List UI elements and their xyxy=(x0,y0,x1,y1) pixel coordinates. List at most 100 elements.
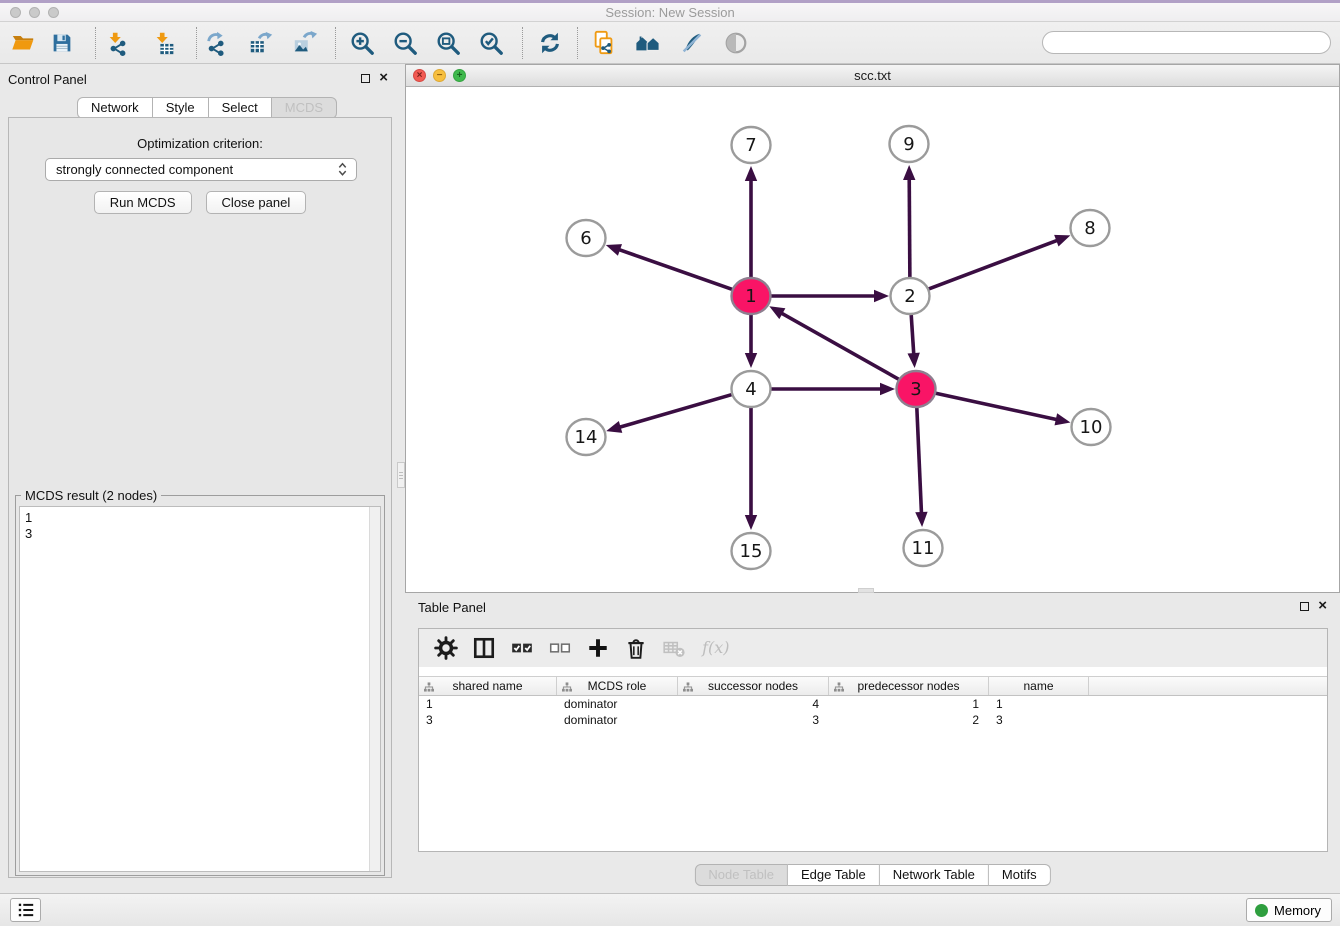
zoom-out-icon[interactable] xyxy=(391,28,419,58)
graph-node-label: 6 xyxy=(580,228,591,249)
home-icon[interactable] xyxy=(634,28,662,58)
import-network-icon[interactable] xyxy=(104,28,132,58)
graph-edge-4-14[interactable] xyxy=(606,394,733,433)
table-row[interactable]: 1dominator411 xyxy=(419,696,1327,712)
table-panel-title: Table Panel xyxy=(418,600,486,615)
tab-mcds[interactable]: MCDS xyxy=(272,97,337,119)
graph-node-3[interactable]: 3 xyxy=(897,371,936,407)
window-title: Session: New Session xyxy=(0,5,1340,20)
window-titlebar: Session: New Session xyxy=(0,3,1340,22)
tab-node-table[interactable]: Node Table xyxy=(694,864,788,886)
graph-node-label: 1 xyxy=(745,286,756,307)
graph-node-7[interactable]: 7 xyxy=(732,127,771,163)
graph-edge-3-11[interactable] xyxy=(915,408,927,527)
graph-node-6[interactable]: 6 xyxy=(567,220,606,256)
graph-node-11[interactable]: 11 xyxy=(904,530,943,566)
settings-gear-icon[interactable] xyxy=(434,637,458,659)
graph-node-9[interactable]: 9 xyxy=(890,126,929,162)
add-icon[interactable] xyxy=(586,637,610,659)
tab-motifs[interactable]: Motifs xyxy=(989,864,1051,886)
tab-style[interactable]: Style xyxy=(153,97,209,119)
float-panel-icon[interactable] xyxy=(1300,602,1309,611)
svg-text:f(x): f(x) xyxy=(701,638,729,657)
graph-edge-3-10[interactable] xyxy=(935,393,1071,425)
graph-edge-1-4[interactable] xyxy=(745,315,757,368)
close-panel-button[interactable]: Close panel xyxy=(206,191,307,214)
network-window-titlebar[interactable]: × − + scc.txt xyxy=(406,65,1339,87)
vertical-splitter-handle[interactable] xyxy=(397,462,405,488)
style-toggle-icon[interactable] xyxy=(678,28,706,58)
table-cell: 3 xyxy=(678,712,829,728)
graph-node-2[interactable]: 2 xyxy=(891,278,930,314)
graph-node-4[interactable]: 4 xyxy=(732,371,771,407)
task-history-button[interactable] xyxy=(10,898,41,922)
tab-select[interactable]: Select xyxy=(209,97,272,119)
graph-node-8[interactable]: 8 xyxy=(1071,210,1110,246)
tree-icon xyxy=(562,681,572,691)
network-close-button[interactable]: × xyxy=(413,69,426,82)
tree-icon xyxy=(683,681,693,691)
memory-button[interactable]: Memory xyxy=(1246,898,1332,922)
graph-edge-1-2[interactable] xyxy=(770,290,889,302)
graph-edge-2-3[interactable] xyxy=(907,315,919,368)
duplicate-network-icon[interactable] xyxy=(590,28,618,58)
graph-node-15[interactable]: 15 xyxy=(732,533,771,569)
table-cell: 3 xyxy=(419,712,557,728)
mcds-panel: Optimization criterion: strongly connect… xyxy=(8,117,392,878)
table-row[interactable]: 3dominator323 xyxy=(419,712,1327,728)
column-header-shared-name[interactable]: shared name xyxy=(419,677,557,695)
criterion-dropdown[interactable]: strongly connected component xyxy=(45,158,357,181)
float-panel-icon[interactable] xyxy=(361,74,370,83)
open-folder-icon[interactable] xyxy=(9,28,37,58)
graph-node-label: 4 xyxy=(745,379,756,400)
visibility-icon[interactable] xyxy=(722,28,750,58)
graph-edge-4-15[interactable] xyxy=(745,408,757,530)
close-panel-icon[interactable]: × xyxy=(1318,601,1327,611)
function-builder-icon[interactable]: f(x) xyxy=(700,637,732,659)
network-canvas[interactable]: 1 2 3 4 6 7 8 9 10 11 14 15 xyxy=(406,87,1339,591)
control-panel: Control Panel × NetworkStyleSelectMCDS O… xyxy=(0,64,400,893)
tab-network[interactable]: Network xyxy=(77,97,153,119)
graph-edge-3-1[interactable] xyxy=(769,306,899,379)
refresh-icon[interactable] xyxy=(536,28,564,58)
graph-edge-1-7[interactable] xyxy=(745,166,757,277)
save-icon[interactable] xyxy=(48,28,76,58)
export-table-icon[interactable] xyxy=(247,28,275,58)
trash-icon[interactable] xyxy=(624,637,648,659)
zoom-fit-icon[interactable] xyxy=(434,28,462,58)
export-image-icon[interactable] xyxy=(291,28,319,58)
result-scrollbar[interactable] xyxy=(369,507,380,871)
graph-edge-1-6[interactable] xyxy=(606,244,733,290)
select-all-icon[interactable] xyxy=(510,637,534,659)
mcds-result-list[interactable]: 13 xyxy=(19,506,381,872)
network-maximize-button[interactable]: + xyxy=(453,69,466,82)
column-layout-icon[interactable] xyxy=(472,637,496,659)
graph-edge-2-8[interactable] xyxy=(928,235,1071,289)
graph-node-1[interactable]: 1 xyxy=(732,278,771,314)
column-header-predecessor-nodes[interactable]: predecessor nodes xyxy=(829,677,989,695)
search-input[interactable] xyxy=(1042,31,1331,54)
table-panel: Table Panel × f(x) shared name MCDS roles… xyxy=(405,593,1340,893)
table-cell: dominator xyxy=(557,696,678,712)
export-network-icon[interactable] xyxy=(204,28,232,58)
column-header-MCDS-role[interactable]: MCDS role xyxy=(557,677,678,695)
column-header-label: shared name xyxy=(452,679,522,693)
import-table-icon[interactable] xyxy=(151,28,179,58)
deselect-all-icon[interactable] xyxy=(548,637,572,659)
zoom-selected-icon[interactable] xyxy=(477,28,505,58)
column-header-name[interactable]: name xyxy=(989,677,1089,695)
graph-edge-2-9[interactable] xyxy=(903,165,915,277)
graph-node-14[interactable]: 14 xyxy=(567,419,606,455)
table-cell: 1 xyxy=(989,696,1089,712)
delete-table-icon[interactable] xyxy=(662,637,686,659)
close-panel-icon[interactable]: × xyxy=(379,73,388,83)
network-minimize-button[interactable]: − xyxy=(433,69,446,82)
tree-icon xyxy=(424,681,434,691)
zoom-in-icon[interactable] xyxy=(348,28,376,58)
run-mcds-button[interactable]: Run MCDS xyxy=(94,191,192,214)
column-header-successor-nodes[interactable]: successor nodes xyxy=(678,677,829,695)
graph-edge-4-3[interactable] xyxy=(770,383,895,395)
graph-node-10[interactable]: 10 xyxy=(1072,409,1111,445)
tab-network-table[interactable]: Network Table xyxy=(880,864,989,886)
tab-edge-table[interactable]: Edge Table xyxy=(788,864,880,886)
